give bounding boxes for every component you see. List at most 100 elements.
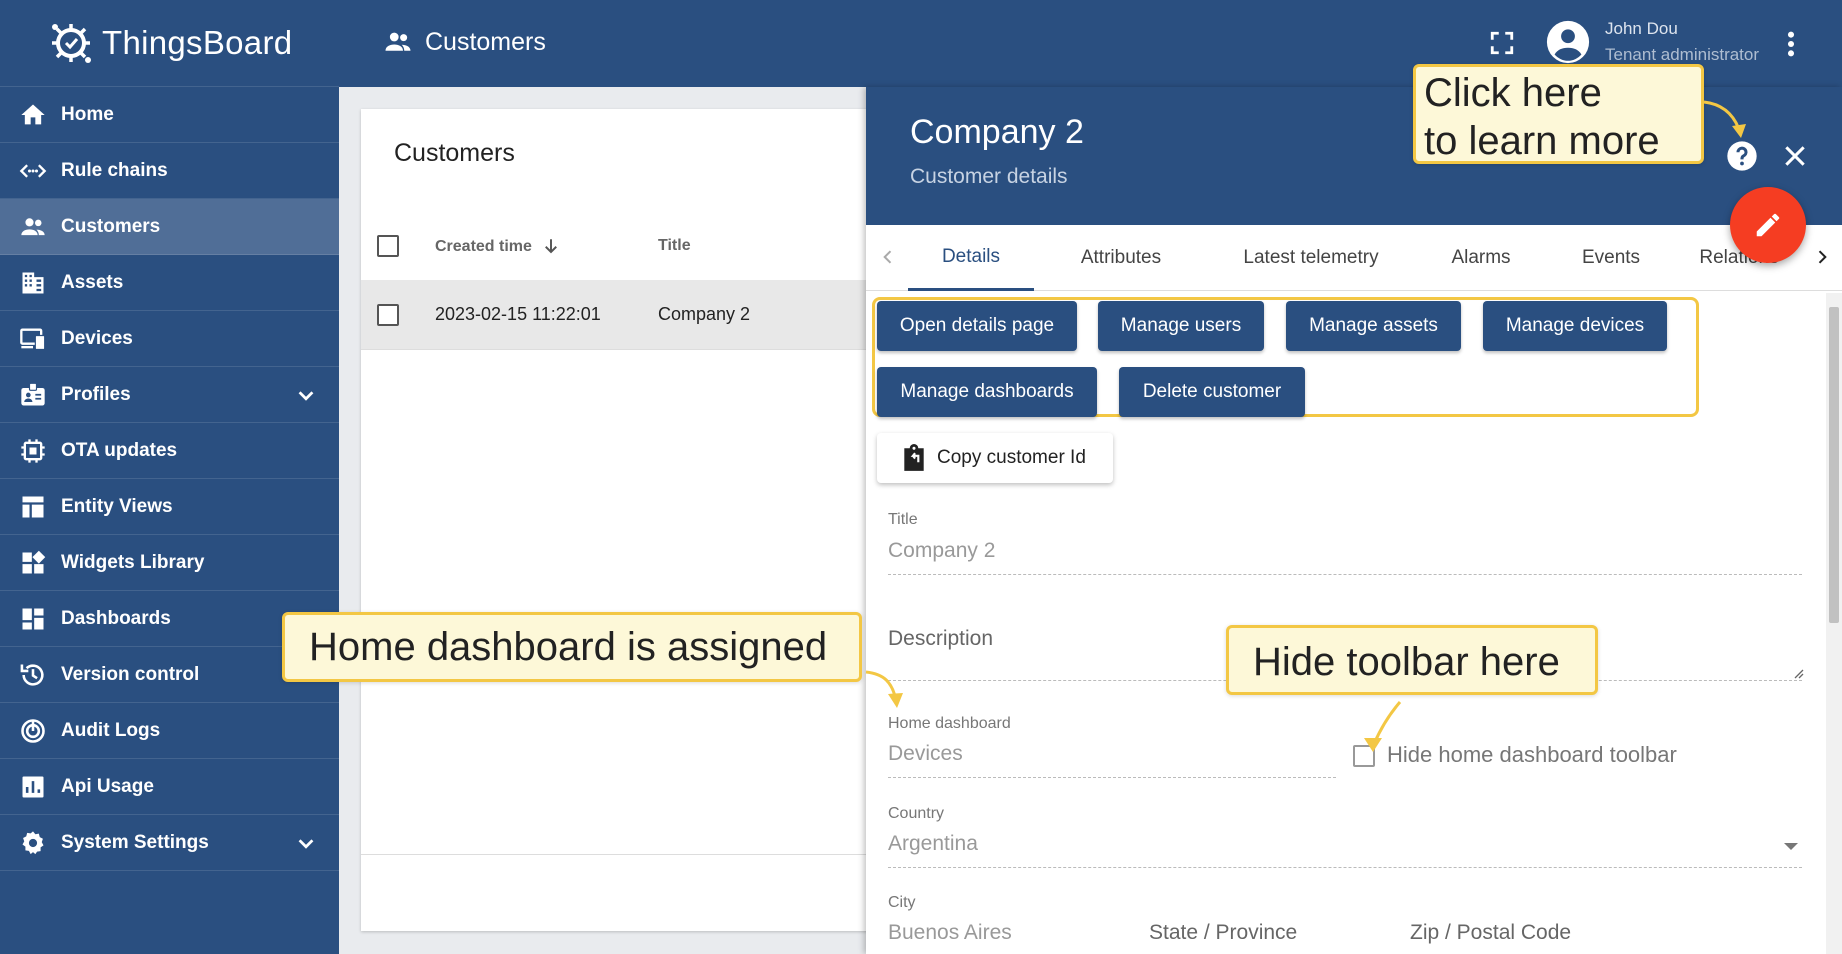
callout-line: to learn more [1424,119,1660,163]
cell-created-time: 2023-02-15 11:22:01 [435,304,601,324]
table-header: Created time Title [361,207,901,285]
thingsboard-logo-icon [52,24,91,63]
city-label: City [888,894,916,911]
sidebar-item-label: System Settings [61,831,209,853]
sidebar-item-ota-updates[interactable]: OTA updates [0,423,339,479]
sidebar-item-label: Widgets Library [61,551,205,573]
callout-arrow-icon [865,670,903,708]
clipboard-arrow-icon [904,444,924,471]
manage-users-button[interactable]: Manage users [1098,301,1264,351]
dropdown-arrow-icon[interactable] [1784,843,1798,850]
country-label: Country [888,805,945,822]
sidebar-item-label: Rule chains [61,159,168,181]
manage-devices-button[interactable]: Manage devices [1483,301,1667,351]
scrollbar[interactable] [1826,293,1842,954]
sidebar-item-entity-views[interactable]: Entity Views [0,479,339,535]
user-role: Tenant administrator [1605,45,1760,64]
tab-attributes[interactable]: Attributes [1056,225,1186,291]
customer-details-panel: Company 2 Customer details Details Attri… [866,87,1842,954]
tab-label: Alarms [1451,247,1511,268]
learn-more-callout: Click here to learn more [1413,64,1704,164]
arrow-down-icon [545,239,558,254]
tabs-scroll-left[interactable] [874,243,902,271]
title-field-label: Title [888,511,918,528]
sidebar-item-rule-chains[interactable]: Rule chains [0,143,339,199]
row-checkbox[interactable] [377,304,399,326]
details-subtitle: Customer details [910,165,1068,188]
column-created-time[interactable]: Created time [435,237,560,256]
chevron-left-icon [883,250,892,264]
table-footer-divider [361,854,901,855]
cell-title: Company 2 [658,304,751,324]
app-name: ThingsBoard [102,24,293,61]
tab-label: Events [1581,247,1641,268]
pencil-icon [1756,213,1780,237]
sidebar-item-label: OTA updates [61,439,178,461]
more-vert-icon[interactable] [1785,30,1797,58]
scrollbar-thumb[interactable] [1829,307,1839,623]
customers-icon [18,212,48,242]
fullscreen-icon[interactable] [1489,30,1515,56]
table-title: Customers [394,139,515,167]
sidebar-item-assets[interactable]: Assets [0,255,339,311]
open-details-page-button[interactable]: Open details page [877,301,1077,351]
state-field[interactable]: State / Province [1149,921,1297,945]
copy-button-label: Copy customer Id [937,447,1086,468]
audit-logs-icon [18,716,48,746]
user-name: John Dou [1605,19,1678,38]
sidebar-item-label: Devices [61,327,133,349]
sidebar-item-label: Assets [61,271,124,293]
manage-dashboards-button[interactable]: Manage dashboards [877,367,1097,417]
sidebar-item-label: Profiles [61,383,131,405]
logo[interactable]: ThingsBoard [0,0,339,87]
zip-field[interactable]: Zip / Postal Code [1410,921,1571,945]
sidebar-item-widgets-library[interactable]: Widgets Library [0,535,339,591]
devices-icon [18,324,48,354]
sidebar-item-audit-logs[interactable]: Audit Logs [0,703,339,759]
close-icon[interactable] [1782,143,1808,169]
description-field[interactable]: Description [888,627,993,651]
manage-assets-button[interactable]: Manage assets [1286,301,1461,351]
home-icon [18,100,48,130]
profiles-icon [18,380,48,410]
edit-button[interactable] [1730,187,1806,263]
city-field[interactable]: Buenos Aires [888,921,1012,945]
avatar[interactable] [1545,19,1591,65]
sidebar-item-home[interactable]: Home [0,87,339,143]
resize-handle-icon[interactable] [1794,669,1804,679]
sidebar-item-label: Dashboards [61,607,171,629]
sidebar-item-devices[interactable]: Devices [0,311,339,367]
tab-alarms[interactable]: Alarms [1426,225,1536,291]
hide-toolbar-label[interactable]: Hide home dashboard toolbar [1387,742,1677,768]
customers-icon [385,32,411,51]
sidebar-item-customers[interactable]: Customers [0,199,339,255]
details-tabs: Details Attributes Latest telemetry Alar… [866,225,1842,291]
tab-latest-telemetry[interactable]: Latest telemetry [1206,225,1416,291]
select-all-checkbox[interactable] [377,235,399,257]
chevron-down-icon[interactable] [295,385,317,407]
home-dashboard-callout: Home dashboard is assigned [282,612,862,682]
table-row[interactable]: 2023-02-15 11:22:01 Company 2 [361,280,901,350]
callout-text: Home dashboard is assigned [309,625,828,669]
version-control-icon [18,660,48,690]
column-label: Created time [435,238,532,255]
tab-details[interactable]: Details [908,225,1034,291]
home-dashboard-field[interactable]: Devices [888,742,963,766]
column-title[interactable]: Title [658,237,691,255]
tab-label: Latest telemetry [1243,247,1379,268]
delete-customer-button[interactable]: Delete customer [1119,367,1305,417]
title-field[interactable]: Company 2 [888,539,995,563]
tab-events[interactable]: Events [1556,225,1666,291]
dashboards-icon [18,604,48,634]
copy-customer-id-button[interactable]: Copy customer Id [877,433,1113,483]
tabs-scroll-right[interactable] [1808,243,1836,271]
sidebar-item-api-usage[interactable]: Api Usage [0,759,339,815]
sidebar-item-label: Version control [61,663,200,685]
callout-arrow-icon [1364,701,1402,752]
country-select[interactable]: Argentina [888,832,978,856]
sidebar-item-system-settings[interactable]: System Settings [0,815,339,871]
chevron-down-icon[interactable] [295,833,317,855]
details-title: Company 2 [910,113,1084,151]
callout-text: Hide toolbar here [1253,640,1560,684]
sidebar-item-profiles[interactable]: Profiles [0,367,339,423]
